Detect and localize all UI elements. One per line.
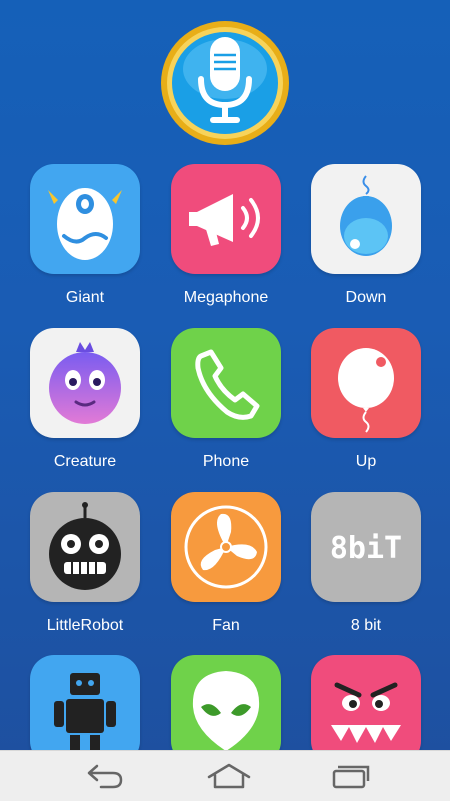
effect-alien[interactable] <box>171 655 281 750</box>
8bit-text-icon: 8biT <box>311 492 421 602</box>
back-button[interactable] <box>53 751 153 801</box>
effect-label: Megaphone <box>183 289 269 306</box>
effect-creature[interactable]: Creature <box>30 328 140 478</box>
back-icon <box>87 764 123 789</box>
effect-label: Down <box>345 289 387 306</box>
effect-8bit[interactable]: 8biT 8 bit <box>311 492 421 642</box>
effect-label: Creature <box>53 453 117 470</box>
effect-label: Phone <box>202 453 250 470</box>
giant-monster-icon <box>30 164 140 274</box>
effect-angry-monster[interactable] <box>311 655 421 750</box>
angry-monster-icon <box>311 655 421 750</box>
home-icon <box>207 763 251 789</box>
effect-label: LittleRobot <box>46 617 124 634</box>
effect-label: Fan <box>212 617 240 634</box>
voice-effects-grid: Giant Megaphone Down Creature Phone Up L… <box>0 0 450 750</box>
effect-label: Giant <box>65 289 105 306</box>
purple-creature-icon <box>30 328 140 438</box>
8bit-icon-text: 8biT <box>330 531 402 566</box>
effect-giant[interactable]: Giant <box>30 164 140 314</box>
recents-icon <box>332 765 370 789</box>
phone-handset-icon <box>171 328 281 438</box>
robot-face-icon <box>30 492 140 602</box>
effect-megaphone[interactable]: Megaphone <box>171 164 281 314</box>
effect-littlerobot[interactable]: LittleRobot <box>30 492 140 642</box>
fan-icon <box>171 492 281 602</box>
effect-down[interactable]: Down <box>311 164 421 314</box>
alien-icon <box>171 655 281 750</box>
effect-phone[interactable]: Phone <box>171 328 281 478</box>
effect-up[interactable]: Up <box>311 328 421 478</box>
robot-body-icon <box>30 655 140 750</box>
recents-button[interactable] <box>298 751 398 801</box>
effect-label: Up <box>355 453 377 470</box>
effect-fan[interactable]: Fan <box>171 492 281 642</box>
falling-balloon-icon <box>311 164 421 274</box>
megaphone-icon <box>171 164 281 274</box>
voice-changer-screen: Giant Megaphone Down Creature Phone Up L… <box>0 0 450 750</box>
effect-label: 8 bit <box>350 617 382 634</box>
system-nav-bar <box>0 750 450 801</box>
effect-robot-body[interactable] <box>30 655 140 750</box>
rising-balloon-icon <box>311 328 421 438</box>
home-button[interactable] <box>175 751 275 801</box>
